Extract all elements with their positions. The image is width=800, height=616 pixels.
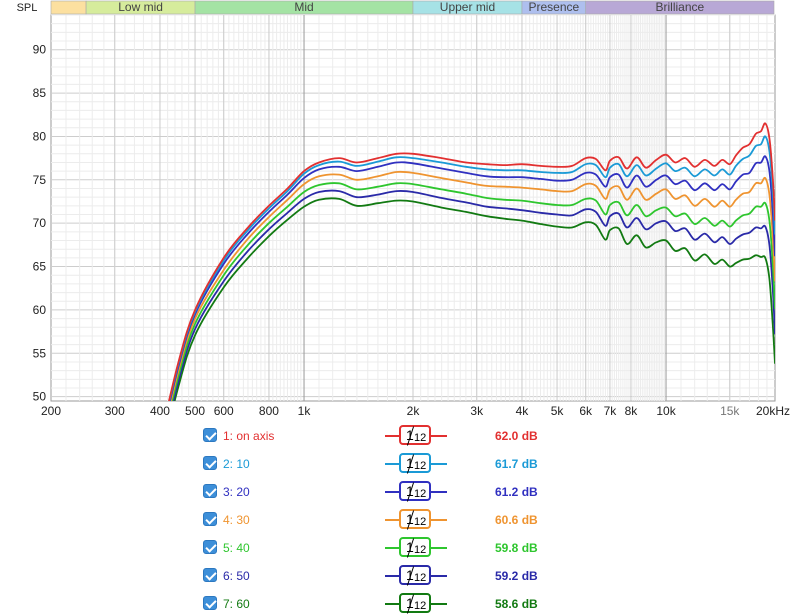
smoothing-denominator: 12 [414, 572, 427, 584]
smoothing-selector[interactable]: 112 [385, 424, 447, 448]
series-visibility-checkbox[interactable] [203, 540, 217, 554]
y-tick-label: 50 [33, 390, 47, 404]
level-value: 59.8 dB [495, 541, 538, 555]
smoothing-selector[interactable]: 112 [385, 508, 447, 532]
y-axis-label: SPL [17, 2, 38, 14]
x-tick-label: 5k [551, 404, 565, 418]
smoothing-denominator: 12 [414, 460, 427, 472]
smoothing-box: 112 [399, 565, 431, 586]
level-value: 60.6 dB [495, 513, 538, 527]
x-tick-label: 20kHz [756, 404, 790, 418]
smoothing-denominator: 12 [414, 600, 427, 612]
legend-row: 1: on axis 112 62.0 dB [0, 424, 800, 448]
smoothing-box: 112 [399, 481, 431, 502]
x-tick-label: 600 [214, 404, 234, 418]
smoothing-box: 112 [399, 537, 431, 558]
x-tick-label: 6k [579, 404, 593, 418]
smoothing-denominator: 12 [414, 432, 427, 444]
series-label: 1: on axis [223, 429, 275, 443]
y-tick-label: 85 [33, 86, 47, 100]
x-tick-label: 200 [41, 404, 61, 418]
smoothing-selector[interactable]: 112 [385, 452, 447, 476]
legend-row: 4: 30 112 60.6 dB [0, 508, 800, 532]
band-label: Upper mid [440, 0, 495, 14]
level-value: 61.2 dB [495, 485, 538, 499]
band-label: Mid [294, 0, 313, 14]
legend-row: 5: 40 112 59.8 dB [0, 536, 800, 560]
x-tick-label: 15k [720, 404, 740, 418]
band-label: Brilliance [656, 0, 705, 14]
x-tick-label: 500 [185, 404, 205, 418]
x-tick-label: 800 [259, 404, 279, 418]
band-label: Presence [528, 0, 579, 14]
y-tick-label: 75 [33, 173, 47, 187]
legend-row: 2: 10 112 61.7 dB [0, 452, 800, 476]
smoothing-box: 112 [399, 453, 431, 474]
smoothing-selector[interactable]: 112 [385, 564, 447, 588]
y-tick-label: 70 [33, 216, 47, 230]
band-label: Low mid [118, 0, 163, 14]
smoothing-box: 112 [399, 593, 431, 614]
x-tick-label: 7k [604, 404, 618, 418]
series-label: 3: 20 [223, 485, 250, 499]
level-value: 61.7 dB [495, 457, 538, 471]
legend-row: 7: 60 112 58.6 dB [0, 592, 800, 616]
x-tick-label: 8k [625, 404, 639, 418]
smoothing-denominator: 12 [414, 544, 427, 556]
x-tick-label: 10k [656, 404, 676, 418]
level-value: 59.2 dB [495, 569, 538, 583]
band-1 [50, 0, 87, 15]
x-tick-label: 2k [407, 404, 421, 418]
smoothing-selector[interactable]: 112 [385, 480, 447, 504]
spl-frequency-chart: SPL Low mid Mid Upper mid Presence Brillianc… [17, 0, 790, 418]
y-tick-label: 60 [33, 303, 47, 317]
y-tick-label: 80 [33, 129, 47, 143]
series-label: 5: 40 [223, 541, 250, 555]
series-label: 4: 30 [223, 513, 250, 527]
series-visibility-checkbox[interactable] [203, 568, 217, 582]
x-tick-label: 300 [105, 404, 125, 418]
y-tick-label: 65 [33, 260, 47, 274]
series-visibility-checkbox[interactable] [203, 456, 217, 470]
x-tick-label: 4k [516, 404, 530, 418]
smoothing-selector[interactable]: 112 [385, 592, 447, 616]
x-tick-label: 3k [470, 404, 484, 418]
legend-row: 6: 50 112 59.2 dB [0, 564, 800, 588]
smoothing-selector[interactable]: 112 [385, 536, 447, 560]
series-label: 6: 50 [223, 569, 250, 583]
x-tick-label: 400 [150, 404, 170, 418]
y-tick-label: 55 [33, 346, 47, 360]
series-visibility-checkbox[interactable] [203, 596, 217, 610]
smoothing-denominator: 12 [414, 516, 427, 528]
series-label: 7: 60 [223, 597, 250, 611]
smoothing-box: 112 [399, 509, 431, 530]
x-tick-label: 1k [298, 404, 312, 418]
legend-row: 3: 20 112 61.2 dB [0, 480, 800, 504]
level-value: 58.6 dB [495, 597, 538, 611]
series-visibility-checkbox[interactable] [203, 484, 217, 498]
y-tick-label: 90 [33, 43, 47, 57]
series-visibility-checkbox[interactable] [203, 428, 217, 442]
smoothing-denominator: 12 [414, 488, 427, 500]
smoothing-box: 112 [399, 425, 431, 446]
series-label: 2: 10 [223, 457, 250, 471]
series-visibility-checkbox[interactable] [203, 512, 217, 526]
level-value: 62.0 dB [495, 429, 538, 443]
